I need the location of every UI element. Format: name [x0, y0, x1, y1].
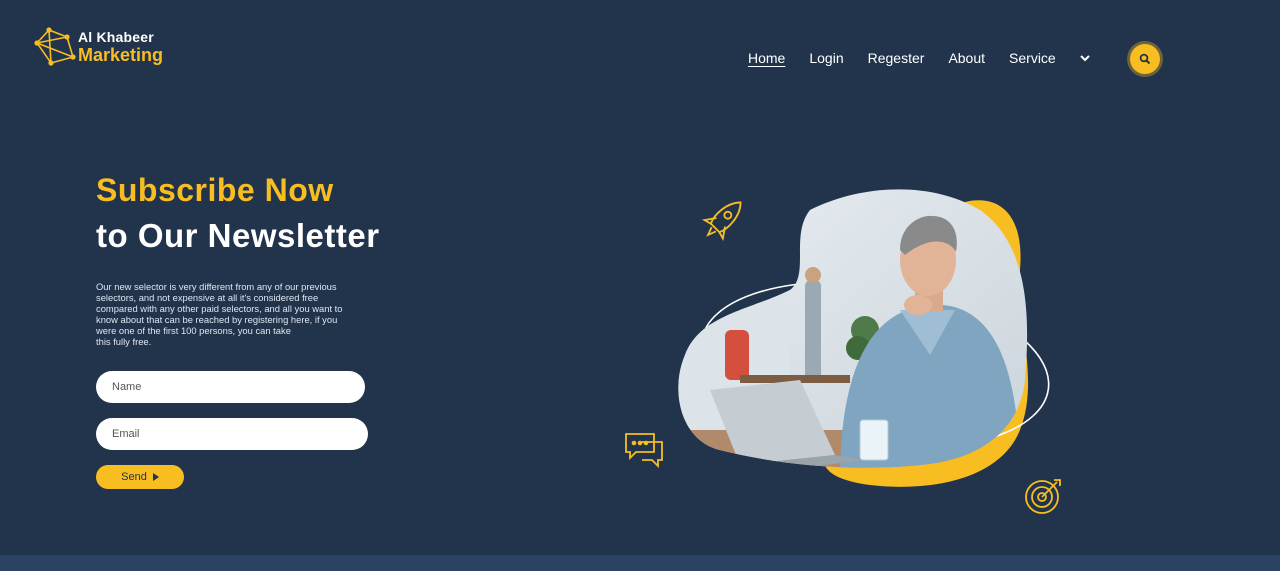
description-line: compared with any other paid selectors, …: [96, 303, 343, 314]
headline-newsletter: to Our Newsletter: [96, 217, 380, 254]
description-line: know about that can be reached by regist…: [96, 314, 338, 325]
rocket-icon: [701, 201, 742, 242]
description-line: Our new selector is very different from …: [96, 281, 337, 292]
play-arrow-icon: [152, 473, 159, 481]
brand-name-line1: Al Khabeer: [78, 29, 154, 45]
nav-service[interactable]: Service: [1009, 50, 1056, 66]
target-icon: [1025, 479, 1061, 514]
search-button[interactable]: [1130, 44, 1160, 74]
nav-login[interactable]: Login: [809, 50, 843, 66]
person-photo: [678, 189, 1028, 468]
logo-network-icon: [34, 27, 76, 66]
nav-register[interactable]: Regester: [868, 50, 925, 66]
name-input[interactable]: [96, 371, 365, 403]
send-button[interactable]: Send: [96, 465, 184, 489]
email-input[interactable]: [96, 418, 368, 450]
main-nav: Home Login Regester About Service: [748, 50, 1080, 66]
nav-home[interactable]: Home: [748, 50, 785, 66]
hero-illustration: [625, 189, 1061, 514]
description-line: this fully free.: [96, 336, 152, 347]
description-line: selectors, and not expensive at all it's…: [96, 292, 319, 303]
brand-logo[interactable]: Al Khabeer Marketing: [33, 27, 163, 67]
hero-description: Our new selector is very different from …: [96, 281, 381, 347]
footer-strip: [0, 555, 1280, 571]
description-line: were one of the first 100 persons, you c…: [96, 325, 291, 336]
search-icon: [1139, 53, 1151, 65]
brand-name-line2: Marketing: [78, 45, 164, 65]
send-label: Send: [121, 471, 147, 483]
chat-bubbles-icon: [625, 433, 663, 469]
nav-about[interactable]: About: [948, 50, 985, 66]
headline-subscribe: Subscribe Now: [96, 172, 334, 208]
chevron-down-icon[interactable]: [1078, 52, 1092, 64]
